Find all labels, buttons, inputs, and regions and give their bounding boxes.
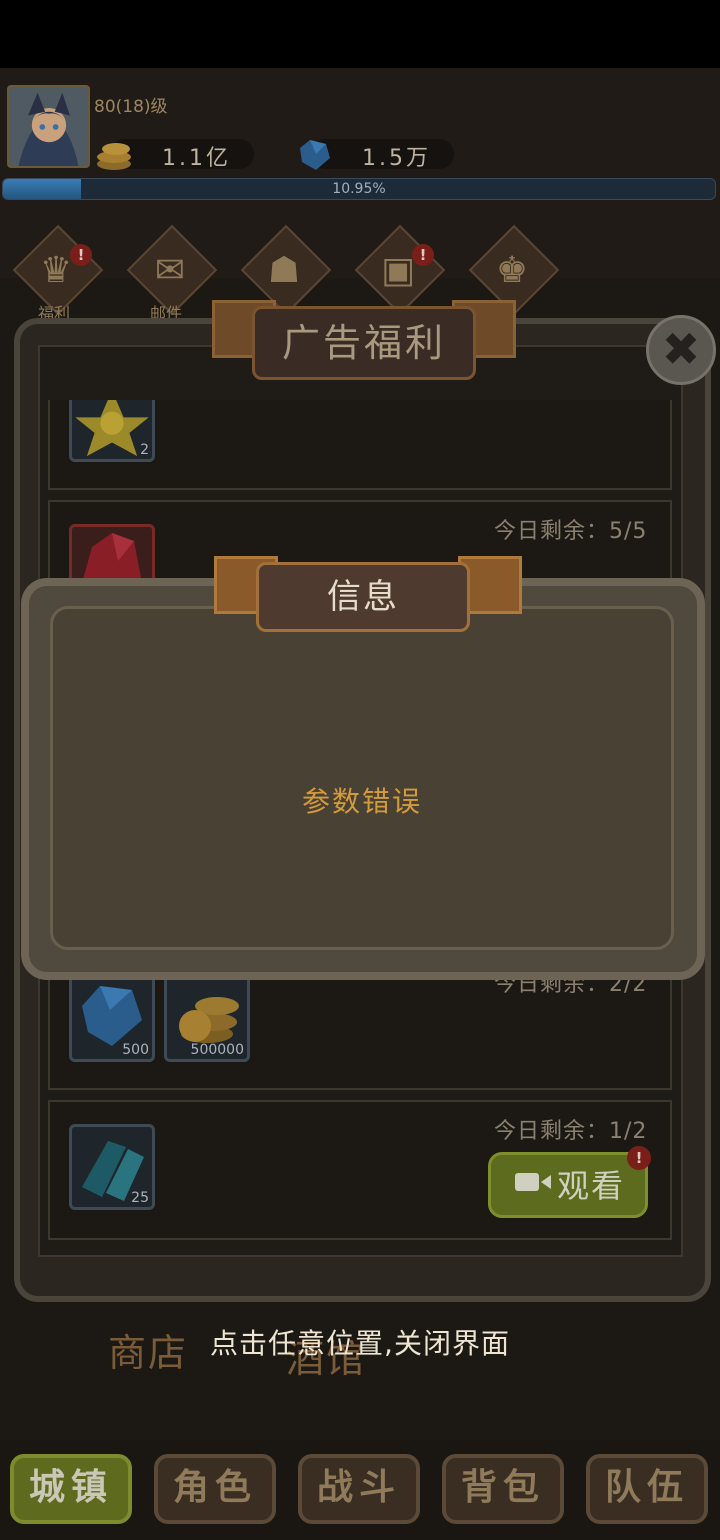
menu-rank[interactable]: ♚ xyxy=(468,224,560,316)
avatar-portrait-icon xyxy=(9,87,88,166)
nav-character[interactable]: 角色 xyxy=(154,1454,276,1524)
item-quantity: 25 xyxy=(131,1190,149,1206)
ad-panel-title: 广告福利 xyxy=(281,321,446,365)
close-hint[interactable]: 点击任意位置,关闭界面 xyxy=(0,1322,720,1362)
player-level: 80(18)级 xyxy=(94,97,168,117)
gem-amount: 1.5万 xyxy=(362,146,431,171)
bag-icon: ☗ xyxy=(267,250,301,291)
info-dialog-title-plate: 信息 xyxy=(256,562,470,632)
watch-ad-button[interactable]: 观看 xyxy=(488,1152,648,1218)
watch-button-label: 观看 xyxy=(557,1167,626,1205)
video-camera-lens xyxy=(541,1175,551,1189)
reward-slot[interactable]: 500 xyxy=(69,976,155,1062)
status-bar xyxy=(0,0,720,68)
player-avatar[interactable] xyxy=(7,85,90,168)
item-quantity: 2 xyxy=(140,442,149,458)
ad-panel-title-plate: 广告福利 xyxy=(252,306,476,380)
ruby-item-icon xyxy=(82,533,142,583)
item-quantity: 500000 xyxy=(190,1042,244,1058)
close-icon: ✖ xyxy=(661,322,701,376)
gem-icon xyxy=(296,138,332,172)
reward-slot[interactable]: 500000 xyxy=(164,976,250,1062)
nav-town[interactable]: 城镇 xyxy=(10,1454,132,1524)
mail-icon: ✉ xyxy=(154,250,186,291)
alert-badge: ! xyxy=(412,244,434,266)
coin-icon xyxy=(94,136,134,172)
rank-icon: ♚ xyxy=(495,250,529,291)
menu-bag[interactable]: ☗ xyxy=(240,224,332,316)
xp-percent: 10.95% xyxy=(332,181,386,197)
menu-mail[interactable]: ✉ xyxy=(126,224,218,316)
reward-slot[interactable]: 25 xyxy=(69,1124,155,1210)
xp-bar: 10.95% xyxy=(2,178,716,200)
reward-slot[interactable]: 2 xyxy=(69,400,155,462)
info-dialog-message: 参数错误 xyxy=(301,785,422,818)
nav-backpack[interactable]: 背包 xyxy=(442,1454,564,1524)
daily-remaining: 今日剩余：1/2 xyxy=(494,1119,648,1144)
nav-battle[interactable]: 战斗 xyxy=(298,1454,420,1524)
reward-slot[interactable] xyxy=(69,524,155,584)
video-camera-icon xyxy=(515,1173,539,1191)
alert-badge: ! xyxy=(627,1146,651,1170)
info-dialog-body xyxy=(50,606,674,950)
menu-welfare[interactable]: ♛ ! xyxy=(12,224,104,316)
info-dialog-title: 信息 xyxy=(327,577,399,617)
close-button[interactable]: ✖ xyxy=(646,315,716,385)
nav-team[interactable]: 队伍 xyxy=(586,1454,708,1524)
item-quantity: 500 xyxy=(122,1042,149,1058)
alert-badge: ! xyxy=(70,244,92,266)
menu-chest[interactable]: ▣ ! xyxy=(354,224,446,316)
coin-amount: 1.1亿 xyxy=(162,146,231,171)
daily-remaining: 今日剩余：5/5 xyxy=(494,519,648,544)
